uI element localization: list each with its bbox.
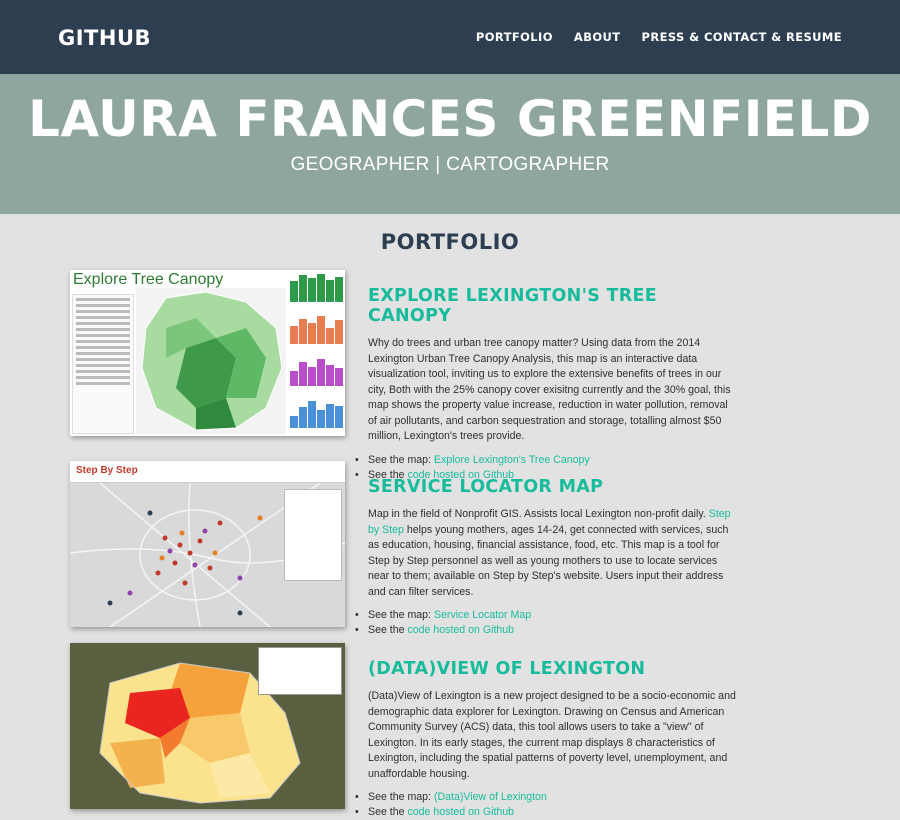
project-title: EXPLORE LEXINGTON'S TREE CANOPY [368, 286, 658, 326]
map-legend [284, 489, 342, 581]
nav-link-portfolio[interactable]: PORTFOLIO [476, 30, 553, 44]
map-link[interactable]: Service Locator Map [434, 609, 531, 621]
tree-canopy-map-image [136, 288, 286, 434]
list-item: See the code hosted on Github [355, 805, 738, 820]
nav-link-about[interactable]: ABOUT [574, 30, 621, 44]
project-description: Why do trees and urban tree canopy matte… [368, 337, 731, 442]
project-description: Map in the field of Nonprofit GIS. Assis… [368, 508, 731, 598]
list-item: See the map: (Data)View of Lexington [355, 790, 738, 805]
map-link[interactable]: (Data)View of Lexington [434, 791, 547, 803]
project-title: (DATA)VIEW OF LEXINGTON [368, 659, 646, 679]
nav-links: PORTFOLIO ABOUT PRESS & CONTACT & RESUME [476, 30, 842, 44]
step-by-step-logo: Step By Step [76, 465, 138, 476]
project-links: See the map: (Data)View of Lexington See… [355, 790, 738, 820]
project-title: SERVICE LOCATOR MAP [368, 477, 604, 497]
page-subtitle: GEOGRAPHER | CARTOGRAPHER [290, 154, 610, 175]
brand-link[interactable]: GITHUB [58, 26, 151, 50]
tree-canopy-thumbnail[interactable]: Explore Tree Canopy [70, 270, 345, 436]
hero-header: LAURA FRANCES GREENFIELD GEOGRAPHER | CA… [0, 74, 900, 214]
service-locator-thumbnail[interactable]: Step By Step [70, 461, 345, 627]
code-link[interactable]: code hosted on Github [407, 806, 514, 818]
dataview-thumbnail[interactable] [70, 643, 345, 809]
project-description: (Data)View of Lexington is a new project… [368, 690, 736, 780]
list-item: See the map: Service Locator Map [355, 608, 738, 623]
thumbnail-bar-charts [290, 272, 343, 434]
list-item: See the code hosted on Github [355, 623, 738, 638]
nav-link-press-contact-resume[interactable]: PRESS & CONTACT & RESUME [642, 30, 842, 44]
thumbnail-text-panel [72, 294, 134, 434]
thumbnail-header: Step By Step [70, 461, 345, 483]
thumbnail-title: Explore Tree Canopy [73, 271, 224, 288]
page-title: LAURA FRANCES GREENFIELD [28, 90, 872, 148]
map-legend [258, 647, 342, 695]
project-text: EXPLORE LEXINGTON'S TREE CANOPY Why do t… [355, 270, 738, 483]
project-text: SERVICE LOCATOR MAP Map in the field of … [355, 461, 738, 638]
navbar: GITHUB PORTFOLIO ABOUT PRESS & CONTACT &… [0, 0, 900, 74]
code-link[interactable]: code hosted on Github [407, 624, 514, 636]
portfolio-heading: PORTFOLIO [380, 230, 520, 254]
project-text: (DATA)VIEW OF LEXINGTON (Data)View of Le… [355, 643, 738, 820]
project-links: See the map: Service Locator Map See the… [355, 608, 738, 638]
